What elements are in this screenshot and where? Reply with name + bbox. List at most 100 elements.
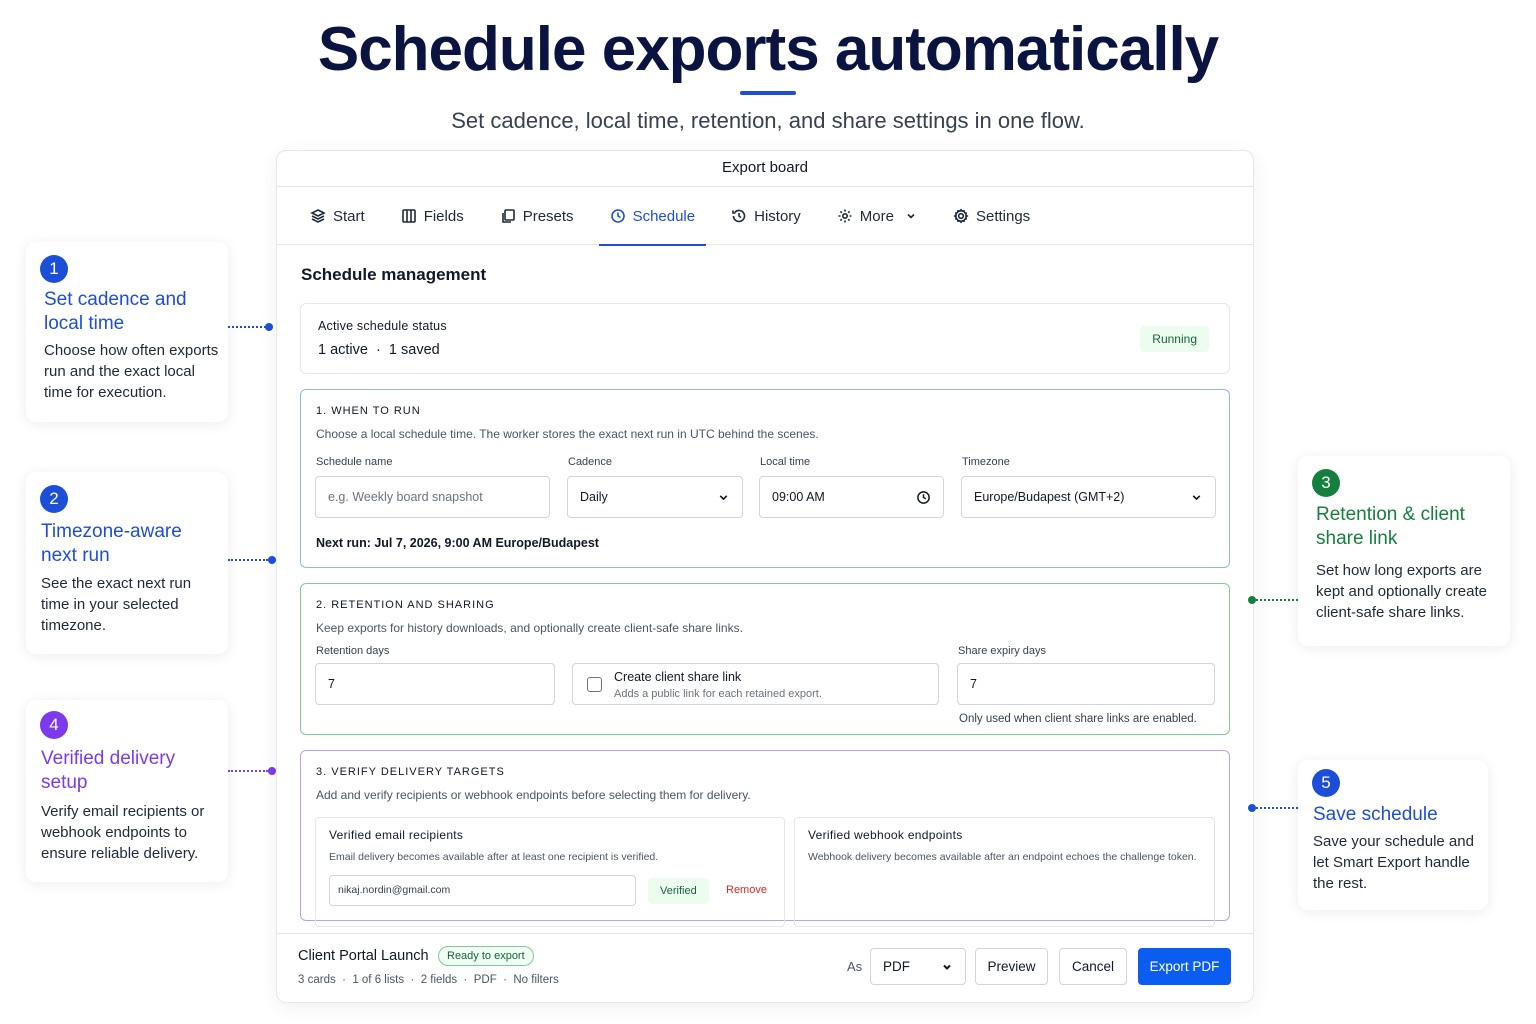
gear-cluster-icon [838,209,852,223]
callout-number: 2 [40,485,68,513]
retention-days-value: 7 [328,677,335,691]
connector-dot [1248,596,1256,604]
tab-label: Settings [975,207,1031,225]
gear-icon [953,208,969,224]
verify-delivery-section: 3. Verify delivery targets Add and verif… [300,750,1230,927]
webhook-endpoints-panel: Verified webhook endpoints Webhook deliv… [794,817,1215,927]
step-description: Keep exports for history downloads, and … [316,621,743,635]
active-schedule-status: Active schedule status 1 active · 1 save… [300,303,1230,374]
callout-body: Verify email recipients or webhook endpo… [41,803,205,862]
preview-button[interactable]: Preview [975,948,1048,985]
callout-save: 5 Save schedule Save your schedule and l… [1298,760,1488,910]
hero-subtitle: Set cadence, local time, retention, and … [451,108,1085,133]
status-label: Active schedule status [318,319,447,333]
timezone-value: Europe/Budapest (GMT+2) [974,490,1125,504]
step-description: Choose a local schedule time. The worker… [316,427,819,441]
callout-number: 3 [1312,469,1340,497]
format-label: As [847,959,863,974]
remove-recipient-link[interactable]: Remove [726,884,767,896]
step-label: 1. When to run [316,405,421,417]
local-time-input[interactable]: 09:00 AM [759,476,944,518]
callout-title: Save schedule [1313,804,1438,825]
callout-delivery: 4 Verified delivery setup Verify email r… [26,700,228,882]
copy-icon [501,209,515,223]
clock-icon [610,209,625,223]
chevron-down-icon [719,494,728,500]
chevron-down-icon [907,213,915,219]
tab-label: More [859,207,894,225]
timezone-select[interactable]: Europe/Budapest (GMT+2) [961,476,1216,518]
callout-cadence: 1 Set cadence and local time Choose how … [26,242,228,422]
callout-title: Timezone-aware next run [41,521,182,566]
panel-description: Webhook delivery becomes available after… [808,851,1197,863]
panel-title: Verified webhook endpoints [808,828,963,842]
share-expiry-input[interactable]: 7 [957,663,1215,705]
schedule-name-input[interactable]: e.g. Weekly board snapshot [315,476,550,518]
connector-dot [268,767,276,775]
cancel-button[interactable]: Cancel [1059,948,1127,985]
connector-dot [265,323,273,331]
export-meta: 3 cards · 1 of 6 lists · 2 fields · PDF … [298,974,559,986]
tab-history[interactable]: History [720,187,812,245]
tab-label: Start [333,207,365,225]
layers-icon [310,209,326,223]
step-label: 3. Verify delivery targets [316,766,505,778]
tab-start[interactable]: Start [299,187,376,245]
local-time-value: 09:00 AM [772,490,825,504]
next-run-text: Next run: Jul 7, 2026, 9:00 AM Europe/Bu… [316,536,599,550]
email-recipients-panel: Verified email recipients Email delivery… [315,817,785,927]
status-badge: Running [1140,326,1209,352]
connector-line [228,559,268,561]
tab-label: Fields [423,207,464,225]
callout-number: 1 [40,255,68,283]
local-time-label: Local time [760,456,811,468]
columns-icon [401,209,416,223]
callout-body: Set how long exports are kept and option… [1316,562,1487,621]
callout-title: Retention & client share link [1316,504,1465,549]
chevron-down-icon [943,964,951,970]
tab-label: Schedule [632,207,696,225]
retention-sharing-section: 2. Retention and sharing Keep exports fo… [300,583,1230,735]
history-icon [732,209,746,223]
cadence-select[interactable]: Daily [567,476,743,518]
cadence-value: Daily [580,490,608,504]
share-expiry-value: 7 [970,677,977,691]
connector-line [228,326,266,328]
tab-label: Presets [522,207,574,225]
status-value: 1 active · 1 saved [318,342,440,358]
step-description: Add and verify recipients or webhook end… [316,788,751,802]
tab-label: History [754,207,801,225]
tab-settings[interactable]: Settings [942,187,1041,245]
connector-dot [268,556,276,564]
callout-body: Choose how often exports run and the exa… [44,342,219,401]
connector-dot [1248,804,1256,812]
connector-line [1256,807,1298,809]
panel-description: Email delivery becomes available after a… [329,851,659,863]
callout-body: See the exact next run time in your sele… [41,575,192,634]
clock-icon[interactable] [916,490,931,505]
retention-days-input[interactable]: 7 [315,663,555,705]
retention-days-label: Retention days [316,645,390,657]
tab-fields[interactable]: Fields [390,187,475,245]
share-expiry-label: Share expiry days [958,645,1047,657]
tab-more[interactable]: More [826,187,928,245]
format-select[interactable]: PDF [870,948,966,985]
callout-title: Verified delivery setup [41,748,176,793]
hero-title: Schedule exports automatically [317,15,1219,84]
tab-presets[interactable]: Presets [489,187,585,245]
cadence-label: Cadence [568,456,613,468]
share-link-subtitle: Adds a public link for each retained exp… [614,688,822,700]
share-link-title: Create client share link [614,670,742,684]
tab-schedule[interactable]: Schedule [598,187,707,246]
share-expiry-helper: Only used when client share links are en… [959,713,1197,725]
email-recipient-field[interactable]: nikaj.nordin@gmail.com [329,875,636,906]
hero-underline [740,91,796,95]
create-share-link-option[interactable]: Create client share link Adds a public l… [572,663,939,705]
export-pdf-button[interactable]: Export PDF [1138,948,1231,985]
tab-bar: Start Fields Presets Schedule History Mo… [277,187,1253,246]
callout-timezone: 2 Timezone-aware next run See the exact … [26,472,228,654]
callout-retention: 3 Retention & client share link Set how … [1298,456,1510,646]
export-footer: Client Portal Launch Ready to export 3 c… [277,933,1253,1002]
share-link-checkbox[interactable] [587,677,602,692]
callout-title: Set cadence and local time [44,289,187,334]
